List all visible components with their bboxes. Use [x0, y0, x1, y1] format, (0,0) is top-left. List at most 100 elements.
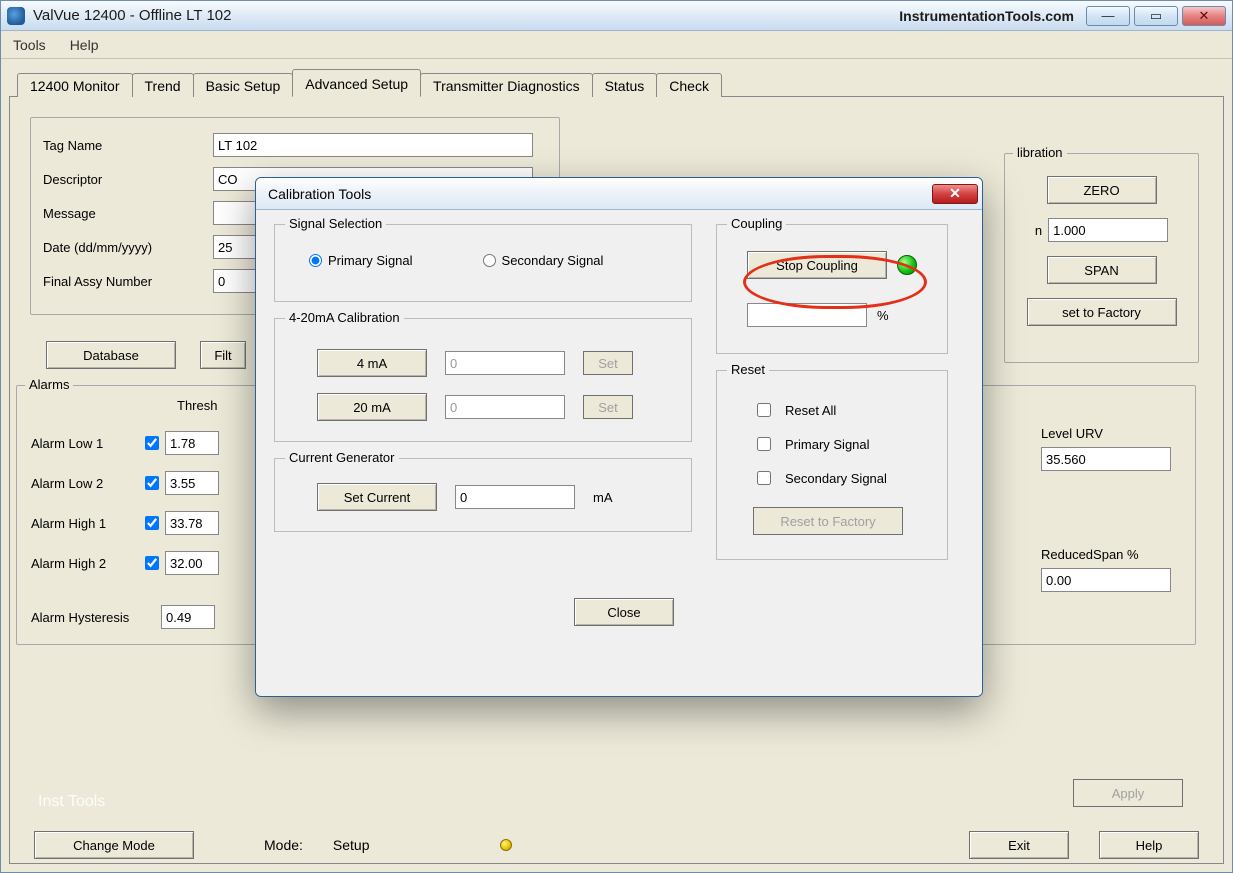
titlebar-watermark: InstrumentationTools.com [899, 8, 1074, 24]
reset-all-label: Reset All [785, 403, 836, 418]
primary-signal-radio[interactable]: Primary Signal [309, 253, 413, 268]
database-button[interactable]: Database [46, 341, 176, 369]
message-label: Message [43, 206, 213, 221]
apply-button[interactable]: Apply [1073, 779, 1183, 807]
dialog-title: Calibration Tools [268, 186, 371, 202]
4ma-value-input [445, 351, 565, 375]
alarm-hysteresis-value[interactable] [161, 605, 215, 629]
reset-legend: Reset [727, 362, 769, 377]
coupling-legend: Coupling [727, 216, 786, 231]
status-dot-icon [500, 839, 512, 851]
alarm-low1-value[interactable] [165, 431, 219, 455]
inst-tools-watermark: Inst Tools [38, 793, 105, 811]
window-close-button[interactable]: ✕ [1182, 6, 1226, 26]
set-current-input[interactable] [455, 485, 575, 509]
4ma-button[interactable]: 4 mA [317, 349, 427, 377]
mode-value: Setup [333, 837, 370, 853]
tab-check[interactable]: Check [656, 73, 722, 97]
reset-secondary-label: Secondary Signal [785, 471, 887, 486]
calibration-group-partial: libration ZERO n SPAN set to Factory [1004, 153, 1199, 363]
coupling-indicator-icon [897, 255, 917, 275]
alarm-high2-value[interactable] [165, 551, 219, 575]
ma-unit: mA [593, 490, 613, 505]
20ma-set-button[interactable]: Set [583, 395, 633, 419]
tab-advanced-setup[interactable]: Advanced Setup [292, 69, 421, 97]
app-icon [7, 7, 25, 25]
calibration-tools-dialog: Calibration Tools ✕ Signal Selection Pri… [255, 177, 983, 697]
alarm-low2-value[interactable] [165, 471, 219, 495]
dialog-titlebar: Calibration Tools ✕ [256, 178, 982, 210]
alarm-high2-label: Alarm High 2 [31, 556, 141, 571]
reset-group: Reset Reset All Primary Signal Secondary… [716, 370, 948, 560]
alarm-high2-check[interactable] [145, 556, 159, 570]
maximize-button[interactable]: ▭ [1134, 6, 1178, 26]
date-label: Date (dd/mm/yyyy) [43, 240, 213, 255]
descriptor-label: Descriptor [43, 172, 213, 187]
alarm-low2-check[interactable] [145, 476, 159, 490]
reset-to-factory-partial-button[interactable]: set to Factory [1027, 298, 1177, 326]
zero-button[interactable]: ZERO [1047, 176, 1157, 204]
current-generator-group: Current Generator Set Current mA [274, 458, 692, 532]
bottom-bar: Change Mode Mode: Setup Exit Help [34, 831, 1199, 859]
tab-12400-monitor[interactable]: 12400 Monitor [17, 73, 133, 97]
alarm-low1-check[interactable] [145, 436, 159, 450]
final-assy-label: Final Assy Number [43, 274, 213, 289]
alarm-high1-value[interactable] [165, 511, 219, 535]
mode-label: Mode: [264, 837, 303, 853]
threshold-header: Thresh [177, 398, 217, 413]
alarms-legend: Alarms [25, 377, 73, 392]
set-current-button[interactable]: Set Current [317, 483, 437, 511]
signal-selection-group: Signal Selection Primary Signal Secondar… [274, 224, 692, 302]
exit-button[interactable]: Exit [969, 831, 1069, 859]
minimize-button[interactable]: — [1086, 6, 1130, 26]
reset-to-factory-button[interactable]: Reset to Factory [753, 507, 903, 535]
alarm-low2-label: Alarm Low 2 [31, 476, 141, 491]
n-input[interactable] [1048, 218, 1168, 242]
level-urv-label: Level URV [1041, 426, 1103, 441]
signal-selection-legend: Signal Selection [285, 216, 386, 231]
tab-basic-setup[interactable]: Basic Setup [193, 73, 294, 97]
change-mode-button[interactable]: Change Mode [34, 831, 194, 859]
coupling-percent-input[interactable] [747, 303, 867, 327]
reset-all-check[interactable] [757, 403, 771, 417]
percent-unit: % [877, 308, 889, 323]
reset-primary-label: Primary Signal [785, 437, 870, 452]
alarm-hysteresis-label: Alarm Hysteresis [31, 610, 161, 625]
menubar: Tools Help [1, 31, 1232, 59]
tab-transmitter-diagnostics[interactable]: Transmitter Diagnostics [420, 73, 593, 97]
reset-secondary-check[interactable] [757, 471, 771, 485]
titlebar: ValVue 12400 - Offline LT 102 Instrument… [1, 1, 1232, 31]
current-generator-legend: Current Generator [285, 450, 399, 465]
4ma-set-button[interactable]: Set [583, 351, 633, 375]
alarm-low1-label: Alarm Low 1 [31, 436, 141, 451]
tabstrip: 12400 Monitor Trend Basic Setup Advanced… [9, 67, 1224, 97]
ma-calibration-group: 4-20mA Calibration 4 mA Set 20 mA Set [274, 318, 692, 442]
dialog-body: Signal Selection Primary Signal Secondar… [256, 210, 982, 696]
reduced-span-label: ReducedSpan % [1041, 547, 1139, 562]
20ma-button[interactable]: 20 mA [317, 393, 427, 421]
menu-tools[interactable]: Tools [7, 33, 52, 57]
stop-coupling-button[interactable]: Stop Coupling [747, 251, 887, 279]
20ma-value-input [445, 395, 565, 419]
help-button[interactable]: Help [1099, 831, 1199, 859]
level-urv-input[interactable] [1041, 447, 1171, 471]
dialog-close-lower-button[interactable]: Close [574, 598, 674, 626]
span-button[interactable]: SPAN [1047, 256, 1157, 284]
alarm-high1-check[interactable] [145, 516, 159, 530]
reduced-span-input[interactable] [1041, 568, 1171, 592]
n-label: n [1035, 223, 1042, 238]
reset-primary-check[interactable] [757, 437, 771, 451]
main-window: ValVue 12400 - Offline LT 102 Instrument… [0, 0, 1233, 873]
tab-trend[interactable]: Trend [132, 73, 194, 97]
tag-name-input[interactable] [213, 133, 533, 157]
ma-calibration-legend: 4-20mA Calibration [285, 310, 404, 325]
menu-help[interactable]: Help [64, 33, 105, 57]
coupling-group: Coupling Stop Coupling % [716, 224, 948, 354]
tag-name-label: Tag Name [43, 138, 213, 153]
dialog-close-button[interactable]: ✕ [932, 184, 978, 204]
filter-button[interactable]: Filt [200, 341, 246, 369]
tab-status[interactable]: Status [592, 73, 658, 97]
alarm-high1-label: Alarm High 1 [31, 516, 141, 531]
window-title: ValVue 12400 - Offline LT 102 [33, 7, 231, 24]
secondary-signal-radio[interactable]: Secondary Signal [483, 253, 604, 268]
